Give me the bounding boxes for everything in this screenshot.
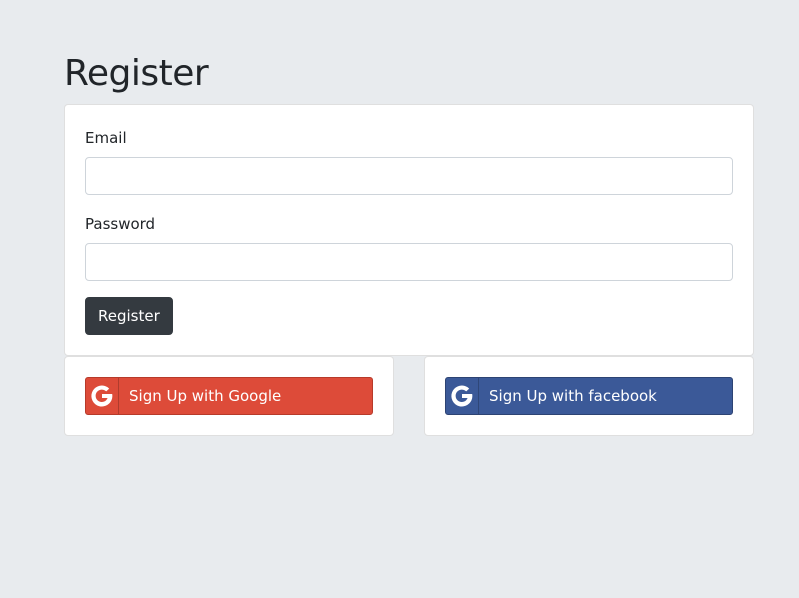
password-label: Password [85,215,156,233]
facebook-signup-card: Sign Up with facebook [424,356,754,436]
google-icon [86,378,119,414]
facebook-signup-label: Sign Up with facebook [489,387,657,405]
password-field[interactable] [85,243,733,281]
google-icon [446,378,479,414]
google-signup-label: Sign Up with Google [129,387,282,405]
register-button[interactable]: Register [85,297,173,335]
email-field[interactable] [85,157,733,195]
google-signup-card: Sign Up with Google [64,356,394,436]
facebook-signup-button[interactable]: Sign Up with facebook [445,377,733,415]
page-title: Register [64,53,209,94]
google-signup-button[interactable]: Sign Up with Google [85,377,373,415]
register-form-card: Email Password Register [64,104,754,356]
email-label: Email [85,129,127,147]
